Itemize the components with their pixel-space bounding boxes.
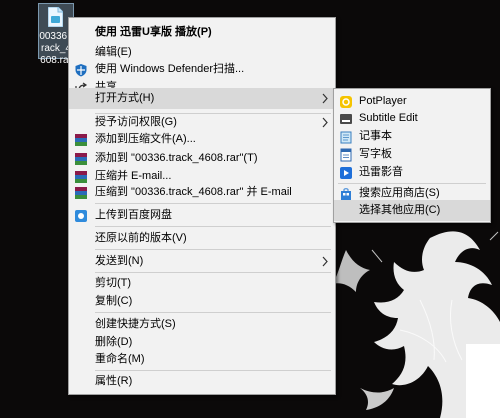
menu-item-label: 选择其他应用(C): [359, 204, 441, 216]
store-icon: [341, 188, 351, 200]
menu-item-label: 复制(C): [95, 295, 133, 307]
menu-item-label: 编辑(E): [95, 46, 132, 58]
menu-item-add-to-archive[interactable]: 添加到压缩文件(A)...: [69, 129, 335, 150]
menu-item-thunder-play[interactable]: 使用 迅雷U享版 播放(P): [69, 22, 335, 43]
menu-item-open-with[interactable]: 打开方式(H): [69, 88, 335, 109]
menu-item-copy[interactable]: 复制(C): [69, 291, 335, 312]
menu-item-label: 写字板: [359, 148, 392, 160]
xunlei-player-icon: [340, 167, 352, 179]
winrar-icon: [75, 134, 87, 146]
menu-item-send-to[interactable]: 发送到(N): [69, 251, 335, 272]
menu-item-label: 添加到 "00336.track_4608.rar"(T): [95, 152, 258, 164]
context-menu: 使用 迅雷U享版 播放(P) 编辑(E) 使用 Windows Defender…: [68, 17, 336, 395]
menu-item-label: 压缩到 "00336.track_4608.rar" 并 E-mail: [95, 186, 292, 198]
menu-item-label: Subtitle Edit: [359, 112, 418, 124]
menu-item-label: 删除(D): [95, 336, 133, 348]
chevron-right-icon: [322, 256, 328, 267]
menu-item-label: 授予访问权限(G): [95, 116, 177, 128]
desktop[interactable]: 00336.track_4608.rar 使用 迅雷U享版 播放(P) 编辑(E…: [0, 0, 500, 418]
open-with-submenu: PotPlayer Subtitle Edit 记事本 写字板 迅雷影音 搜索应…: [333, 88, 491, 223]
menu-separator: [95, 249, 331, 250]
wordpad-icon: [340, 148, 352, 162]
menu-separator: [95, 203, 331, 204]
menu-item-label: 剪切(T): [95, 277, 132, 289]
menu-item-label: 使用 迅雷U享版 播放(P): [95, 26, 212, 38]
subtitle-edit-icon: [340, 114, 352, 124]
notepad-icon: [340, 131, 352, 144]
winrar-icon: [75, 187, 87, 199]
menu-item-label: 记事本: [359, 130, 392, 142]
file-document-icon: [48, 7, 63, 27]
winrar-icon: [75, 153, 87, 165]
menu-item-label: PotPlayer: [359, 95, 407, 107]
open-with-choose-other-app[interactable]: 选择其他应用(C): [334, 200, 490, 221]
menu-item-label: 迅雷影音: [359, 166, 403, 178]
menu-item-compress-rar-email[interactable]: 压缩到 "00336.track_4608.rar" 并 E-mail: [69, 182, 335, 203]
menu-item-rename[interactable]: 重命名(M): [69, 349, 335, 370]
menu-item-label: 创建快捷方式(S): [95, 318, 176, 330]
chevron-right-icon: [322, 93, 328, 104]
menu-item-label: 属性(R): [95, 375, 133, 387]
menu-item-label: 上传到百度网盘: [95, 209, 172, 221]
menu-item-label: 压缩并 E-mail...: [95, 170, 172, 182]
menu-item-label: 添加到压缩文件(A)...: [95, 133, 196, 145]
menu-item-properties[interactable]: 属性(R): [69, 371, 335, 392]
baidu-netdisk-icon: [75, 210, 87, 222]
menu-item-label: 使用 Windows Defender扫描...: [95, 63, 245, 75]
menu-item-label: 搜索应用商店(S): [359, 187, 440, 199]
menu-item-restore-versions[interactable]: 还原以前的版本(V): [69, 228, 335, 249]
menu-item-baidu-upload[interactable]: 上传到百度网盘: [69, 205, 335, 226]
menu-item-label: 重命名(M): [95, 353, 145, 365]
potplayer-icon: [340, 96, 352, 108]
open-with-xunlei-player[interactable]: 迅雷影音: [334, 162, 490, 183]
menu-separator: [95, 226, 331, 227]
menu-item-label: 发送到(N): [95, 255, 144, 267]
menu-item-label: 还原以前的版本(V): [95, 232, 187, 244]
menu-separator: [95, 312, 331, 313]
windows-defender-icon: [75, 64, 87, 77]
menu-item-label: 打开方式(H): [95, 92, 155, 104]
